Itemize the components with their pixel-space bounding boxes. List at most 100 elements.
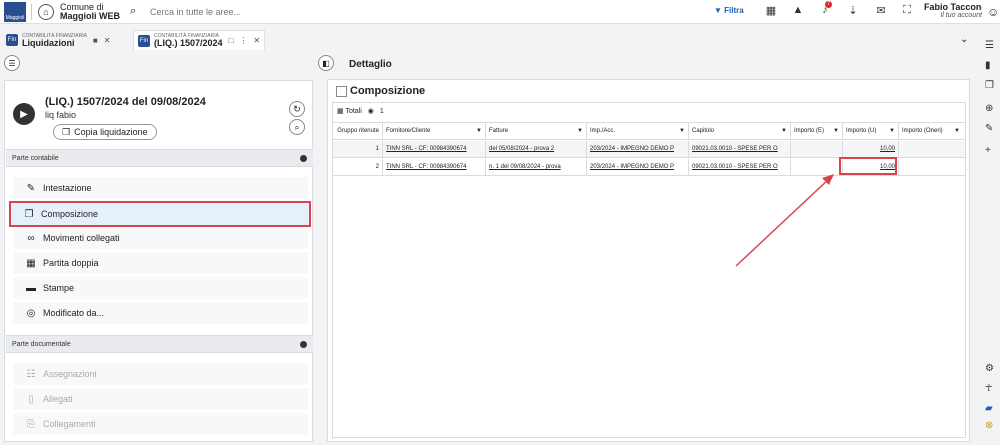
cell-capitolo-link[interactable]: 09021.03.0010 - SPESE PER O: [689, 141, 791, 157]
cell-impegno-link[interactable]: 203/2024 - IMPEGNO DEMO P: [587, 141, 689, 157]
menu-item-partita-doppia[interactable]: ▦ Partita doppia: [13, 252, 308, 274]
cell-importo-oneri: [899, 159, 963, 175]
cell-impegno-link[interactable]: 203/2024 - IMPEGNO DEMO P: [587, 159, 689, 175]
menu-label: Collegamenti: [43, 419, 96, 429]
menu-label: Composizione: [41, 209, 99, 219]
org-name[interactable]: Comune di Maggioli WEB: [60, 3, 120, 21]
col-importo-e[interactable]: Importo (E) ▼: [791, 123, 843, 139]
collapse-icon[interactable]: [300, 341, 307, 348]
user-menu[interactable]: Fabio Tacconeli... Il tuo account: [924, 2, 982, 19]
menu-item-composizione[interactable]: ❐ Composizione: [9, 201, 311, 227]
fin-icon: Fin: [6, 34, 18, 46]
totals-label: Totali: [345, 108, 362, 115]
settings-icon[interactable]: ⚙: [985, 363, 994, 374]
cell-fornitore-link[interactable]: TINN SRL - CF: 00984390674: [383, 159, 486, 175]
copy-icon[interactable]: ❐: [985, 80, 994, 91]
close-icon[interactable]: ✕: [253, 36, 260, 45]
cell-fatture-link[interactable]: del 05/08/2024 - prova 2: [486, 141, 587, 157]
divider: [31, 4, 32, 20]
filter-icon[interactable]: ▼: [833, 128, 839, 134]
grid-apps-icon[interactable]: ▦: [764, 4, 778, 17]
pin-icon[interactable]: ■: [93, 36, 98, 45]
menu-item-intestazione[interactable]: ✎ Intestazione: [13, 177, 308, 199]
detail-toggle-icon[interactable]: ◧: [318, 55, 334, 71]
section-parte-documentale[interactable]: Parte documentale: [6, 335, 313, 353]
menu-item-stampe[interactable]: ▬ Stampe: [13, 277, 308, 299]
copy-liquidazione-button[interactable]: ❐ Copia liquidazione: [53, 124, 157, 140]
cell-capitolo-link[interactable]: 09021.03.0010 - SPESE PER O: [689, 159, 791, 175]
menu-label: Intestazione: [43, 183, 92, 193]
users-icon: ☷: [26, 368, 36, 380]
menu-item-modificato-da[interactable]: ◎ Modificato da...: [13, 302, 308, 324]
col-importo-u[interactable]: Importo (U) ▼: [843, 123, 899, 139]
filter-icon[interactable]: ▼: [954, 128, 960, 134]
menu-item-movimenti-collegati[interactable]: ∞ Movimenti collegati: [13, 227, 308, 249]
search-record-icon[interactable]: ⌕: [289, 119, 305, 135]
col-fornitore[interactable]: Fornitore/Cliente ▼: [383, 123, 486, 139]
download-icon[interactable]: ⇣: [846, 4, 860, 17]
filter-icon[interactable]: ▼: [679, 128, 685, 134]
link-icon[interactable]: ⊕: [985, 103, 993, 114]
menu-toggle-icon[interactable]: ☰: [4, 55, 20, 71]
filter-icon[interactable]: ▼: [781, 128, 787, 134]
col-capitolo[interactable]: Capitolo ▼: [689, 123, 791, 139]
cell-importo-e: [791, 159, 843, 175]
menu-label: Assegnazioni: [43, 369, 97, 379]
top-bar: Maggioli ⌂ Comune di Maggioli WEB ⌕ ▼ Fi…: [0, 0, 1000, 24]
section-label: Parte contabile: [12, 154, 59, 162]
tool-icon[interactable]: ✎: [985, 123, 993, 134]
search-input[interactable]: [150, 4, 450, 20]
more-icon[interactable]: ⋮: [239, 36, 247, 45]
col-label: Importo (Oneri): [902, 128, 943, 134]
left-panel: ▶ (LIQ.) 1507/2024 del 09/08/2024 liq fa…: [4, 80, 313, 442]
cell-importo-u[interactable]: 10,00: [843, 141, 899, 157]
tab-liquidazioni[interactable]: Fin CONTABILITÀ FINANZIARIA Liquidazioni…: [2, 30, 114, 50]
menu-label: Stampe: [43, 283, 75, 293]
printer-icon: ▬: [26, 282, 36, 294]
menu-item-allegati: ▯ Allegati: [13, 388, 308, 410]
menu-item-collegamenti: ⎘ Collegamenti: [13, 413, 308, 435]
chat-icon[interactable]: ▰: [985, 403, 993, 414]
totals-button[interactable]: ▦ Totali: [337, 107, 362, 115]
filter-button[interactable]: ▼ Filtra: [714, 6, 744, 15]
warning-icon[interactable]: ▲: [791, 4, 805, 16]
bookmark-icon[interactable]: ▮: [985, 60, 991, 71]
eye-icon[interactable]: ◉: [368, 107, 374, 115]
accessibility-icon[interactable]: ☥: [985, 383, 992, 394]
composizione-checkbox[interactable]: [336, 86, 347, 97]
plus-icon[interactable]: +: [985, 145, 991, 156]
crest-icon: ⌂: [38, 4, 54, 20]
copy-icon: ❐: [62, 126, 71, 137]
fin-icon: Fin: [138, 34, 150, 47]
tab-liq-1507[interactable]: Fin CONTABILITÀ FINANZIARIA (LIQ.) 1507/…: [133, 30, 266, 50]
refresh-icon[interactable]: ↻: [289, 101, 305, 117]
cell-fornitore-link[interactable]: TINN SRL - CF: 00984390674: [383, 141, 486, 157]
composition-grid: ▦ Totali ◉ 1 Gruppo ritenute Fornitore/C…: [332, 102, 966, 438]
filter-icon[interactable]: ▼: [889, 128, 895, 134]
section-parte-contabile[interactable]: Parte contabile: [6, 149, 313, 167]
cell-fatture-link[interactable]: n. 1 del 09/08/2024 - prova: [486, 159, 587, 175]
cell-importo-oneri: [899, 141, 963, 157]
collapse-icon[interactable]: [300, 155, 307, 162]
col-imp-acc[interactable]: Imp./Acc. ▼: [587, 123, 689, 139]
copy-label: Copia liquidazione: [74, 127, 148, 137]
col-gruppo-ritenute[interactable]: Gruppo ritenute: [333, 123, 383, 139]
col-importo-oneri[interactable]: Importo (Oneri) ▼: [899, 123, 963, 139]
avatar-icon[interactable]: ☺: [987, 5, 999, 19]
filter-icon[interactable]: ▼: [577, 128, 583, 134]
toolbar-extra[interactable]: 1: [380, 108, 384, 115]
chevron-down-icon[interactable]: ⌄: [960, 34, 968, 45]
col-label: Importo (U): [846, 128, 877, 134]
fullscreen-icon[interactable]: ⛶: [900, 4, 914, 17]
close-icon[interactable]: ✕: [104, 36, 111, 45]
app-logo[interactable]: Maggioli: [4, 2, 26, 22]
filter-icon[interactable]: ▼: [476, 128, 482, 134]
list-icon[interactable]: ☰: [985, 40, 994, 51]
mail-icon[interactable]: ✉: [874, 4, 888, 17]
table-row[interactable]: 1 TINN SRL - CF: 00984390674 del 05/08/2…: [333, 141, 965, 158]
window-icon[interactable]: □: [229, 36, 234, 45]
help-icon[interactable]: ⊗: [985, 420, 993, 431]
col-fatture[interactable]: Fatture ▼: [486, 123, 587, 139]
org-line2: Maggioli WEB: [60, 11, 120, 21]
composizione-title: Composizione: [350, 85, 426, 97]
